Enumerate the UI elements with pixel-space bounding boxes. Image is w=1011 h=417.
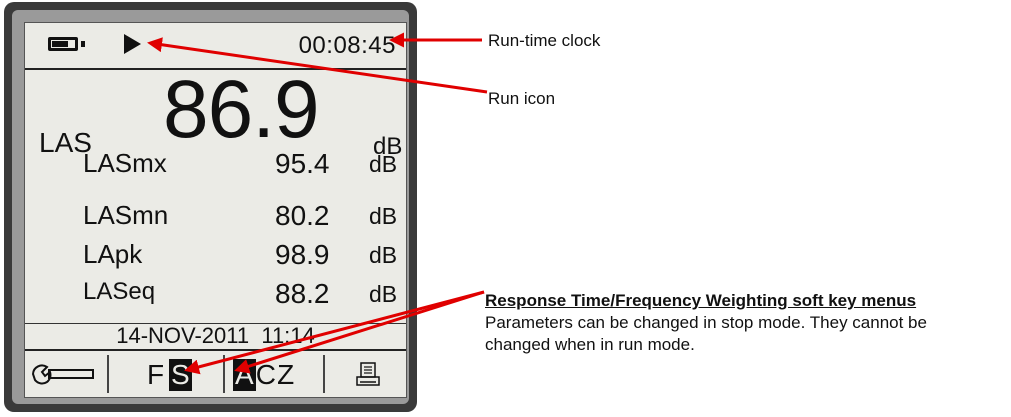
wrench-icon[interactable] — [31, 363, 97, 385]
device-bezel: 00:08:45 LAS 86.9 dB LASmx 95.4 dB LASmn… — [4, 2, 417, 412]
measurement-label: LASmx — [83, 148, 167, 178]
softkey-callout-line2: changed when in run mode. — [485, 335, 695, 354]
run-icon-callout: Run icon — [488, 89, 556, 108]
response-time-softkey[interactable]: FS — [147, 359, 192, 391]
measurement-unit: dB — [369, 281, 398, 307]
softkey-callout-title: Response Time/Frequency Weighting soft k… — [485, 291, 917, 310]
main-measurement-value: 86.9 — [163, 64, 320, 155]
measurement-row: LApk 98.9 dB — [25, 239, 406, 273]
softkey-callout-line1: Parameters can be changed in stop mode. … — [485, 313, 927, 332]
battery-level — [52, 41, 68, 47]
c-weighting-option[interactable]: C — [256, 359, 276, 391]
softkey-bar: FS ACZ — [25, 351, 406, 397]
measurement-row: LASmx 95.4 dB — [25, 148, 406, 182]
softkey-separator — [323, 355, 325, 393]
measurement-label: LApk — [83, 239, 143, 269]
measurement-unit: dB — [369, 151, 398, 177]
measurement-label: LASmn — [83, 200, 169, 230]
measurement-value: 80.2 — [275, 200, 330, 231]
battery-tip — [81, 41, 85, 47]
measurement-label: LASeq — [83, 278, 156, 305]
run-time-clock: 00:08:45 — [298, 32, 396, 59]
measurement-unit: dB — [369, 242, 398, 268]
run-time-clock-callout: Run-time clock — [488, 31, 601, 50]
measurement-value: 88.2 — [275, 278, 330, 309]
softkey-separator — [223, 355, 225, 393]
device-screen: 00:08:45 LAS 86.9 dB LASmx 95.4 dB LASmn… — [24, 22, 407, 398]
frequency-weighting-softkey[interactable]: ACZ — [233, 359, 296, 391]
a-weighting-selected[interactable]: A — [233, 359, 256, 391]
measurement-value: 98.9 — [275, 239, 330, 270]
date-time: 14-NOV-2011 11:14 — [116, 323, 315, 348]
status-bar: 00:08:45 — [25, 23, 406, 67]
measurement-row: LASeq 88.2 dB — [25, 278, 406, 312]
z-weighting-option[interactable]: Z — [276, 359, 296, 391]
measurement-unit: dB — [369, 203, 398, 229]
slow-option-selected[interactable]: S — [169, 359, 192, 391]
measurement-value: 95.4 — [275, 148, 330, 179]
fast-option[interactable]: F — [147, 359, 169, 391]
softkey-separator — [107, 355, 109, 393]
measurement-row: LASmn 80.2 dB — [25, 200, 406, 234]
run-icon — [124, 34, 141, 54]
printer-icon[interactable] — [355, 361, 381, 389]
battery-icon — [48, 37, 78, 51]
